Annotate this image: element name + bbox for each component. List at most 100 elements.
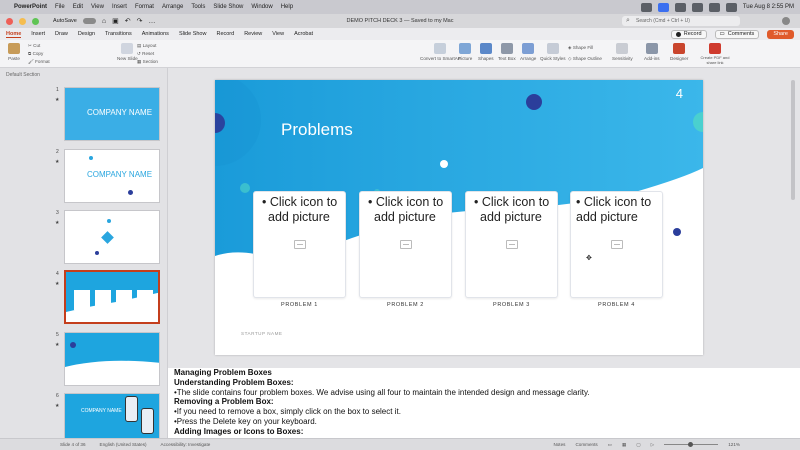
notes-toggle[interactable]: Notes <box>553 442 565 447</box>
current-slide[interactable]: 4 Problems • Click icon to add picture •… <box>215 80 703 355</box>
section-button[interactable]: ▦ Section <box>137 59 158 65</box>
slide-thumbnail-1[interactable]: COMPANY NAME <box>64 87 160 141</box>
maximize-window-icon[interactable] <box>32 17 39 25</box>
tab-review[interactable]: Review <box>244 31 262 37</box>
menu-format[interactable]: Format <box>135 4 154 10</box>
picture-icon[interactable] <box>506 240 518 249</box>
copy-button[interactable]: ⧉ Copy <box>28 51 43 56</box>
create-pdf-button[interactable]: Create PDF and share link <box>700 43 730 65</box>
picture-icon[interactable] <box>294 240 306 249</box>
slide-thumbnail-3[interactable] <box>64 210 160 264</box>
problem-label[interactable]: PROBLEM 2 <box>359 302 452 308</box>
quick-styles-button[interactable]: Quick Styles <box>540 43 566 61</box>
tab-draw[interactable]: Draw <box>55 31 68 37</box>
extension-icon[interactable] <box>674 2 686 12</box>
comments-toggle[interactable]: Comments <box>575 442 597 447</box>
tab-design[interactable]: Design <box>78 31 95 37</box>
home-icon[interactable]: ⌂ <box>102 18 106 25</box>
comments-button[interactable]: ▭ Comments <box>714 29 760 39</box>
slide-title[interactable]: Problems <box>281 120 353 140</box>
menu-slide-show[interactable]: Slide Show <box>213 4 243 10</box>
wifi-icon[interactable] <box>708 2 720 12</box>
problem-label[interactable]: PROBLEM 1 <box>253 302 346 308</box>
picture-placeholder[interactable]: • Click icon to add picture <box>576 195 658 225</box>
undo-icon[interactable]: ↶ <box>125 17 131 25</box>
designer-button[interactable]: Designer <box>670 43 688 61</box>
tab-animations[interactable]: Animations <box>142 31 169 37</box>
problem-box-3[interactable]: • Click icon to add picture <box>465 191 558 298</box>
autosave-toggle[interactable] <box>82 18 96 24</box>
save-icon[interactable]: ▣ <box>112 17 119 25</box>
arrange-button[interactable]: Arrange <box>520 43 536 61</box>
slide-thumbnail-4[interactable] <box>64 270 160 324</box>
menubar-clock[interactable]: Tue Aug 8 2:55 PM <box>743 4 794 10</box>
convert-smartart-button[interactable]: Convert to SmartArt <box>420 43 461 61</box>
search-input[interactable]: Search (Cmd + Ctrl + U) <box>622 16 740 26</box>
slide-thumbnail-5[interactable] <box>64 332 160 386</box>
redo-icon[interactable]: ↷ <box>137 17 143 25</box>
picture-placeholder[interactable]: • Click icon to add picture <box>471 195 553 225</box>
sensitivity-button[interactable]: Sensitivity <box>612 43 633 61</box>
scroll-thumb[interactable] <box>791 80 795 200</box>
picture-icon[interactable] <box>611 240 623 249</box>
tab-transitions[interactable]: Transitions <box>105 31 132 37</box>
format-painter-button[interactable]: 🖌 Format <box>28 59 50 65</box>
tab-record[interactable]: Record <box>216 31 234 37</box>
text-box-button[interactable]: Text Box <box>498 43 516 61</box>
problem-box-2[interactable]: • Click icon to add picture <box>359 191 452 298</box>
reading-view-icon[interactable]: ▢ <box>636 442 640 448</box>
language-status[interactable]: English (United States) <box>100 442 147 447</box>
menu-help[interactable]: Help <box>281 4 293 10</box>
menu-window[interactable]: Window <box>251 4 272 10</box>
tab-insert[interactable]: Insert <box>31 31 45 37</box>
layout-button[interactable]: ▤ Layout <box>137 43 156 49</box>
startup-name-footer[interactable]: STARTUP NAME <box>241 331 282 336</box>
slide-thumbnail-6[interactable]: COMPANY NAME <box>64 393 160 438</box>
bluetooth-icon[interactable] <box>691 2 703 12</box>
problem-label[interactable]: PROBLEM 4 <box>570 302 663 308</box>
zoom-slider[interactable] <box>664 442 719 447</box>
reset-button[interactable]: ↺ Reset <box>137 51 154 57</box>
menubar-app-name[interactable]: PowerPoint <box>14 4 47 10</box>
speaker-notes[interactable]: Managing Problem Boxes Understanding Pro… <box>168 368 800 438</box>
shapes-button[interactable]: Shapes <box>478 43 494 61</box>
share-button[interactable]: Share <box>767 29 794 39</box>
picture-placeholder[interactable]: • Click icon to add picture <box>259 195 341 225</box>
cut-button[interactable]: ✂ Cut <box>28 43 40 49</box>
slide-scrollbar[interactable] <box>790 70 796 366</box>
problem-box-1[interactable]: • Click icon to add picture <box>253 191 346 298</box>
menu-file[interactable]: File <box>55 4 65 10</box>
tab-slide-show[interactable]: Slide Show <box>179 31 207 37</box>
zoom-level[interactable]: 121% <box>728 442 740 447</box>
accessibility-status[interactable]: Accessibility: Investigate <box>161 442 211 447</box>
tab-view[interactable]: View <box>272 31 284 37</box>
new-slide-button[interactable]: New Slide <box>117 43 138 61</box>
record-status-icon[interactable] <box>640 2 652 12</box>
profile-icon[interactable] <box>782 17 790 25</box>
addins-button[interactable]: Add-ins <box>644 43 660 61</box>
control-center-icon[interactable] <box>725 2 737 12</box>
tab-home[interactable]: Home <box>6 31 22 38</box>
normal-view-icon[interactable]: ▭ <box>608 442 612 448</box>
shape-outline-button[interactable]: ◇ Shape Outline <box>568 56 602 62</box>
slideshow-view-icon[interactable]: ▷ <box>651 442 655 448</box>
menu-edit[interactable]: Edit <box>73 4 83 10</box>
menu-insert[interactable]: Insert <box>112 4 127 10</box>
menu-view[interactable]: View <box>91 4 104 10</box>
shape-fill-button[interactable]: ◈ Shape Fill <box>568 45 593 51</box>
screen-share-icon[interactable] <box>657 2 669 12</box>
tab-acrobat[interactable]: Acrobat <box>294 31 313 37</box>
close-window-icon[interactable] <box>6 17 13 25</box>
record-button[interactable]: Record <box>670 29 707 39</box>
problem-label[interactable]: PROBLEM 3 <box>465 302 558 308</box>
picture-placeholder[interactable]: • Click icon to add picture <box>365 195 447 225</box>
picture-button[interactable]: Picture <box>458 43 472 61</box>
paste-button[interactable]: Paste <box>8 43 20 61</box>
problem-box-4[interactable]: • Click icon to add picture <box>570 191 663 298</box>
more-icon[interactable]: … <box>148 18 155 25</box>
minimize-window-icon[interactable] <box>19 17 26 25</box>
sorter-view-icon[interactable]: ▦ <box>622 442 626 448</box>
menu-arrange[interactable]: Arrange <box>162 4 183 10</box>
menu-tools[interactable]: Tools <box>191 4 205 10</box>
picture-icon[interactable] <box>400 240 412 249</box>
